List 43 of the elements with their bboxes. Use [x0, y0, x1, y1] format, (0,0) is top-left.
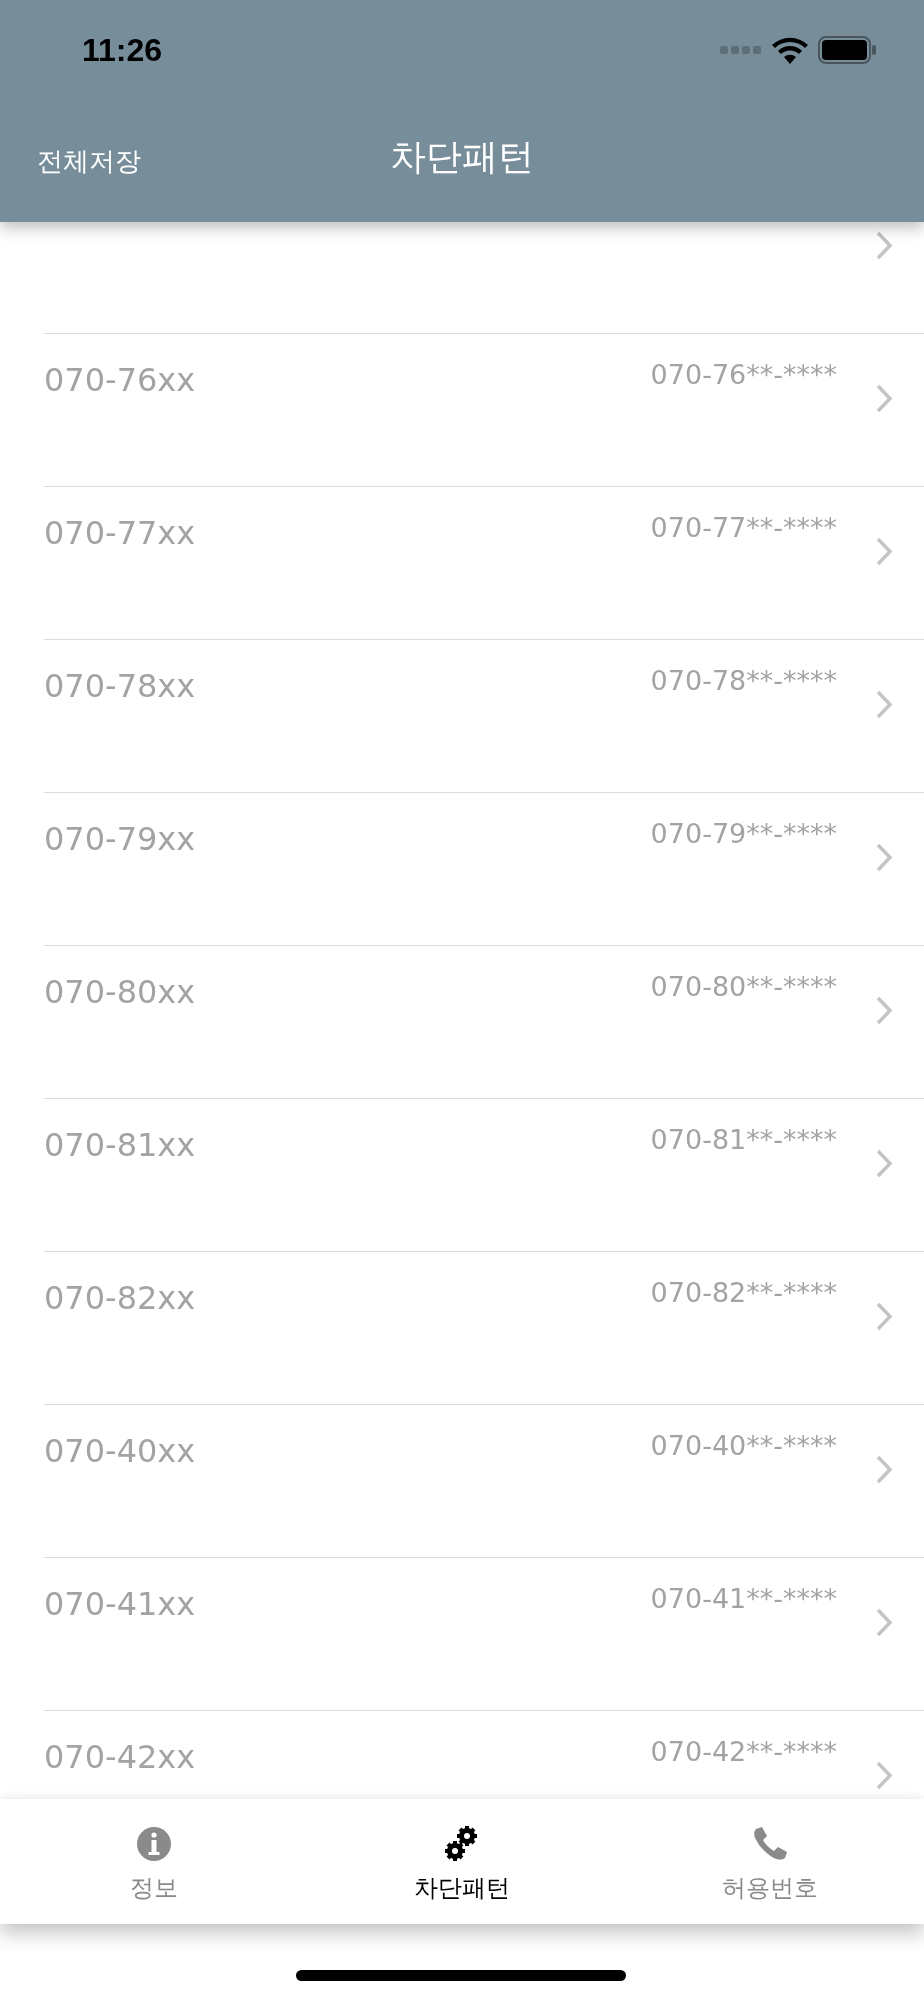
pattern-label: 070-77xx — [44, 514, 197, 552]
pattern-value: 070-78**-**** — [650, 665, 837, 696]
pattern-value: 070-82**-**** — [650, 1277, 837, 1308]
pattern-label: 070-41xx — [44, 1585, 197, 1623]
pattern-label: 070-79xx — [44, 820, 197, 858]
pattern-label: 070-81xx — [44, 1126, 197, 1164]
chevron-icon[interactable] — [876, 996, 893, 1025]
chevron-icon[interactable] — [876, 1455, 893, 1484]
pattern-value: 070-81**-**** — [650, 1124, 837, 1155]
pattern-label: 070-82xx — [44, 1279, 197, 1317]
chevron-icon[interactable] — [876, 231, 893, 260]
battery-icon — [818, 36, 876, 64]
chevron-icon[interactable] — [876, 384, 893, 413]
save-all-button[interactable]: 전체저장 — [37, 144, 141, 179]
pattern-value: 070-79**-**** — [650, 818, 837, 849]
chevron-icon[interactable] — [876, 690, 893, 719]
info-icon — [136, 1826, 172, 1862]
pattern-value: 070-80**-**** — [650, 971, 837, 1002]
signal-icon — [720, 46, 762, 54]
phone-icon — [752, 1826, 788, 1862]
pattern-value: 070-76**-**** — [650, 359, 837, 390]
tab[interactable]: 정보 — [0, 1799, 308, 1924]
pattern-label: 070-76xx — [44, 361, 197, 399]
tab[interactable]: 차단패턴 — [308, 1799, 616, 1924]
chevron-icon[interactable] — [876, 537, 893, 566]
pattern-label: 070-42xx — [44, 1738, 197, 1776]
chevron-icon[interactable] — [876, 1302, 893, 1331]
pattern-value: 070-41**-**** — [650, 1583, 837, 1614]
pattern-value: 070-42**-**** — [650, 1736, 837, 1767]
pattern-value: 070-40**-**** — [650, 1430, 837, 1461]
chevron-icon[interactable] — [876, 843, 893, 872]
wifi-icon — [772, 36, 808, 64]
pattern-label: 070-78xx — [44, 667, 197, 705]
pattern-value: 070-77**-**** — [650, 512, 837, 543]
chevron-icon[interactable] — [876, 1761, 893, 1790]
chevron-icon[interactable] — [876, 1149, 893, 1178]
pattern-label: 070-80xx — [44, 973, 197, 1011]
gears-icon — [445, 1826, 479, 1862]
chevron-icon[interactable] — [876, 1608, 893, 1637]
tab[interactable]: 허용번호 — [616, 1799, 924, 1924]
screen-title: 차단패턴 — [390, 134, 534, 179]
status-time: 11:26 — [82, 31, 164, 69]
pattern-label: 070-40xx — [44, 1432, 197, 1470]
